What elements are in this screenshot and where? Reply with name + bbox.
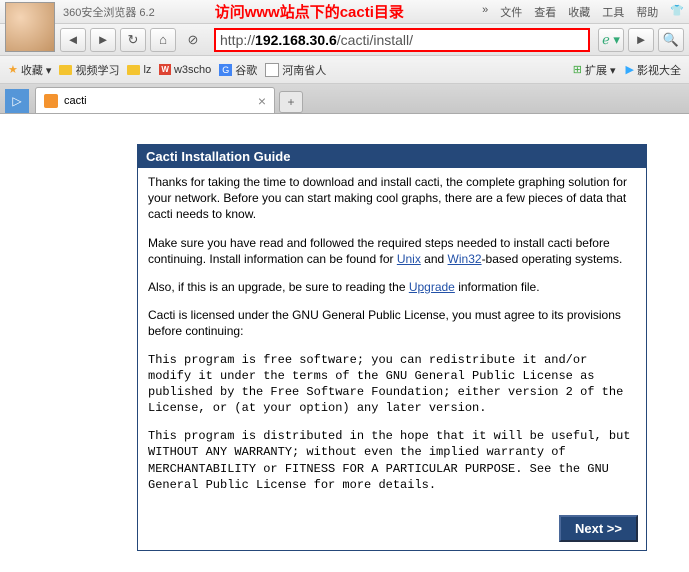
win32-link[interactable]: Win32 bbox=[448, 252, 482, 266]
reload-button[interactable]: ↻ bbox=[120, 28, 146, 52]
sidebar-toggle[interactable]: ▷ bbox=[5, 89, 29, 113]
fav-item-3[interactable]: G谷歌 bbox=[219, 62, 257, 78]
upgrade-text: Also, if this is an upgrade, be sure to … bbox=[148, 279, 636, 295]
install-body: Thanks for taking the time to download a… bbox=[138, 168, 646, 511]
new-tab-button[interactable]: + bbox=[279, 91, 303, 113]
compat-button[interactable]: ℯ ▾ bbox=[598, 28, 624, 52]
go-button[interactable]: ► bbox=[628, 28, 654, 52]
install-header: Cacti Installation Guide bbox=[138, 145, 646, 168]
prereq-text: Make sure you have read and followed the… bbox=[148, 235, 636, 267]
fav-item-0[interactable]: 视频学习 bbox=[59, 62, 119, 78]
menu: » 文件 查看 收藏 工具 帮助 👕 bbox=[482, 4, 684, 20]
fav-item-4[interactable]: 河南省人 bbox=[265, 62, 326, 78]
page-content: Cacti Installation Guide Thanks for taki… bbox=[0, 114, 689, 551]
menu-arrow[interactable]: » bbox=[482, 4, 488, 20]
tab-bar: ▷ cacti × + bbox=[0, 84, 689, 114]
favorites-button[interactable]: ★收藏 ▾ bbox=[8, 62, 51, 78]
annotation-text: 访问www站点下的cacti目录 bbox=[215, 1, 404, 22]
extensions-button[interactable]: ⊞扩展 ▾ bbox=[573, 62, 616, 78]
menu-view[interactable]: 查看 bbox=[534, 4, 556, 20]
tab-close-icon[interactable]: × bbox=[258, 93, 266, 109]
menu-tools[interactable]: 工具 bbox=[602, 4, 624, 20]
next-button[interactable]: Next >> bbox=[559, 515, 638, 542]
url-input[interactable]: http://192.168.30.6/cacti/install/ bbox=[214, 28, 590, 52]
nav-bar: ◄ ► ↻ ⌂ ⊘ http://192.168.30.6/cacti/inst… bbox=[0, 24, 689, 56]
back-button[interactable]: ◄ bbox=[60, 28, 86, 52]
tab-cacti[interactable]: cacti × bbox=[35, 87, 275, 113]
video-button[interactable]: ▶影视大全 bbox=[626, 62, 681, 78]
menu-file[interactable]: 文件 bbox=[500, 4, 522, 20]
forward-button[interactable]: ► bbox=[90, 28, 116, 52]
search-button[interactable]: 🔍 bbox=[658, 28, 684, 52]
menu-help[interactable]: 帮助 bbox=[636, 4, 658, 20]
browser-name: 360安全浏览器 6.2 bbox=[63, 4, 155, 20]
avatar[interactable] bbox=[5, 2, 55, 52]
fav-item-2[interactable]: Ww3scho bbox=[159, 64, 211, 76]
security-icon[interactable]: ⊘ bbox=[180, 28, 206, 52]
fav-item-1[interactable]: lz bbox=[127, 64, 151, 76]
upgrade-link[interactable]: Upgrade bbox=[409, 280, 455, 294]
install-panel: Cacti Installation Guide Thanks for taki… bbox=[137, 144, 647, 551]
tab-title: cacti bbox=[64, 95, 87, 107]
title-bar: 360安全浏览器 6.2 访问www站点下的cacti目录 » 文件 查看 收藏… bbox=[0, 0, 689, 24]
url-text: http://192.168.30.6/cacti/install/ bbox=[220, 32, 413, 48]
favorites-bar: ★收藏 ▾ 视频学习 lz Ww3scho G谷歌 河南省人 ⊞扩展 ▾ ▶影视… bbox=[0, 56, 689, 84]
license-text-1: This program is free software; you can r… bbox=[148, 352, 636, 417]
menu-fav[interactable]: 收藏 bbox=[568, 4, 590, 20]
home-button[interactable]: ⌂ bbox=[150, 28, 176, 52]
intro-text: Thanks for taking the time to download a… bbox=[148, 174, 636, 223]
unix-link[interactable]: Unix bbox=[397, 252, 421, 266]
license-text-2: This program is distributed in the hope … bbox=[148, 428, 636, 493]
license-intro: Cacti is licensed under the GNU General … bbox=[148, 307, 636, 339]
button-row: Next >> bbox=[138, 511, 646, 550]
skin-icon[interactable]: 👕 bbox=[670, 4, 684, 20]
tab-icon bbox=[44, 94, 58, 108]
